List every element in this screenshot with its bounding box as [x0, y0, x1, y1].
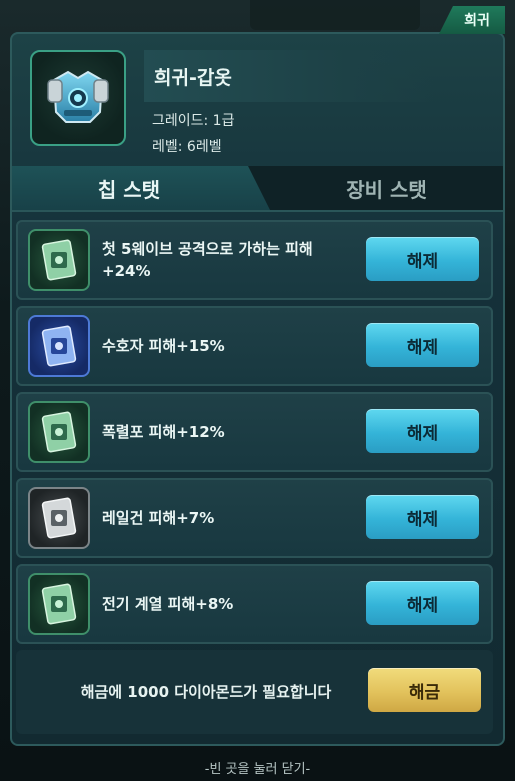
tab-equipment-stats[interactable]: 장비 스탯 [270, 166, 503, 210]
stat-label: 첫 5웨이브 공격으로 가하는 피해+24% [102, 240, 313, 280]
item-title: 희귀-갑옷 [144, 50, 434, 102]
stat-label: 레일건 피해+7% [102, 509, 215, 527]
green-chip-icon [28, 401, 90, 463]
stat-row: 폭렬포 피해+12% 해제 [16, 392, 493, 472]
item-icon-frame [30, 50, 126, 146]
armor-vest-icon [47, 70, 109, 123]
item-grade: 그레이드: 1급 [152, 113, 235, 129]
release-button[interactable]: 해제 [366, 323, 479, 367]
background-ui-fragment [250, 0, 420, 30]
release-button[interactable]: 해제 [366, 409, 479, 453]
item-level: 레벨: 6레벨 [152, 139, 222, 155]
release-button[interactable]: 해제 [366, 237, 479, 281]
blue-chip-icon [28, 315, 90, 377]
stat-label: 폭렬포 피해+12% [102, 423, 225, 441]
unlock-button[interactable]: 해금 [368, 668, 481, 712]
stat-row: 첫 5웨이브 공격으로 가하는 피해+24% 해제 [16, 220, 493, 300]
unlock-section: 해금에 1000 다이아몬드가 필요합니다 해금 [16, 650, 493, 734]
tab-chip-stats[interactable]: 칩 스탯 [12, 166, 270, 210]
green-chip-icon [28, 573, 90, 635]
stat-tabs: 칩 스탯 장비 스탯 [12, 166, 503, 210]
close-hint: -빈 곳을 눌러 닫기- [204, 762, 311, 777]
stat-row: 수호자 피해+15% 해제 [16, 306, 493, 386]
stat-label: 수호자 피해+15% [102, 337, 225, 355]
gray-chip-icon [28, 487, 90, 549]
release-button[interactable]: 해제 [366, 495, 479, 539]
chip-detail-panel: 희귀-갑옷 그레이드: 1급 레벨: 6레벨 칩 스탯 장비 스탯 첫 5웨이브… [10, 32, 505, 746]
green-chip-icon [28, 229, 90, 291]
tab-divider [12, 210, 503, 212]
unlock-cost-text: 해금에 1000 다이아몬드가 필요합니다 [80, 683, 332, 701]
stat-row: 레일건 피해+7% 해제 [16, 478, 493, 558]
item-header: 희귀-갑옷 그레이드: 1급 레벨: 6레벨 [12, 34, 503, 164]
stat-row: 전기 계열 피해+8% 해제 [16, 564, 493, 644]
stat-label: 전기 계열 피해+8% [102, 595, 234, 613]
release-button[interactable]: 해제 [366, 581, 479, 625]
